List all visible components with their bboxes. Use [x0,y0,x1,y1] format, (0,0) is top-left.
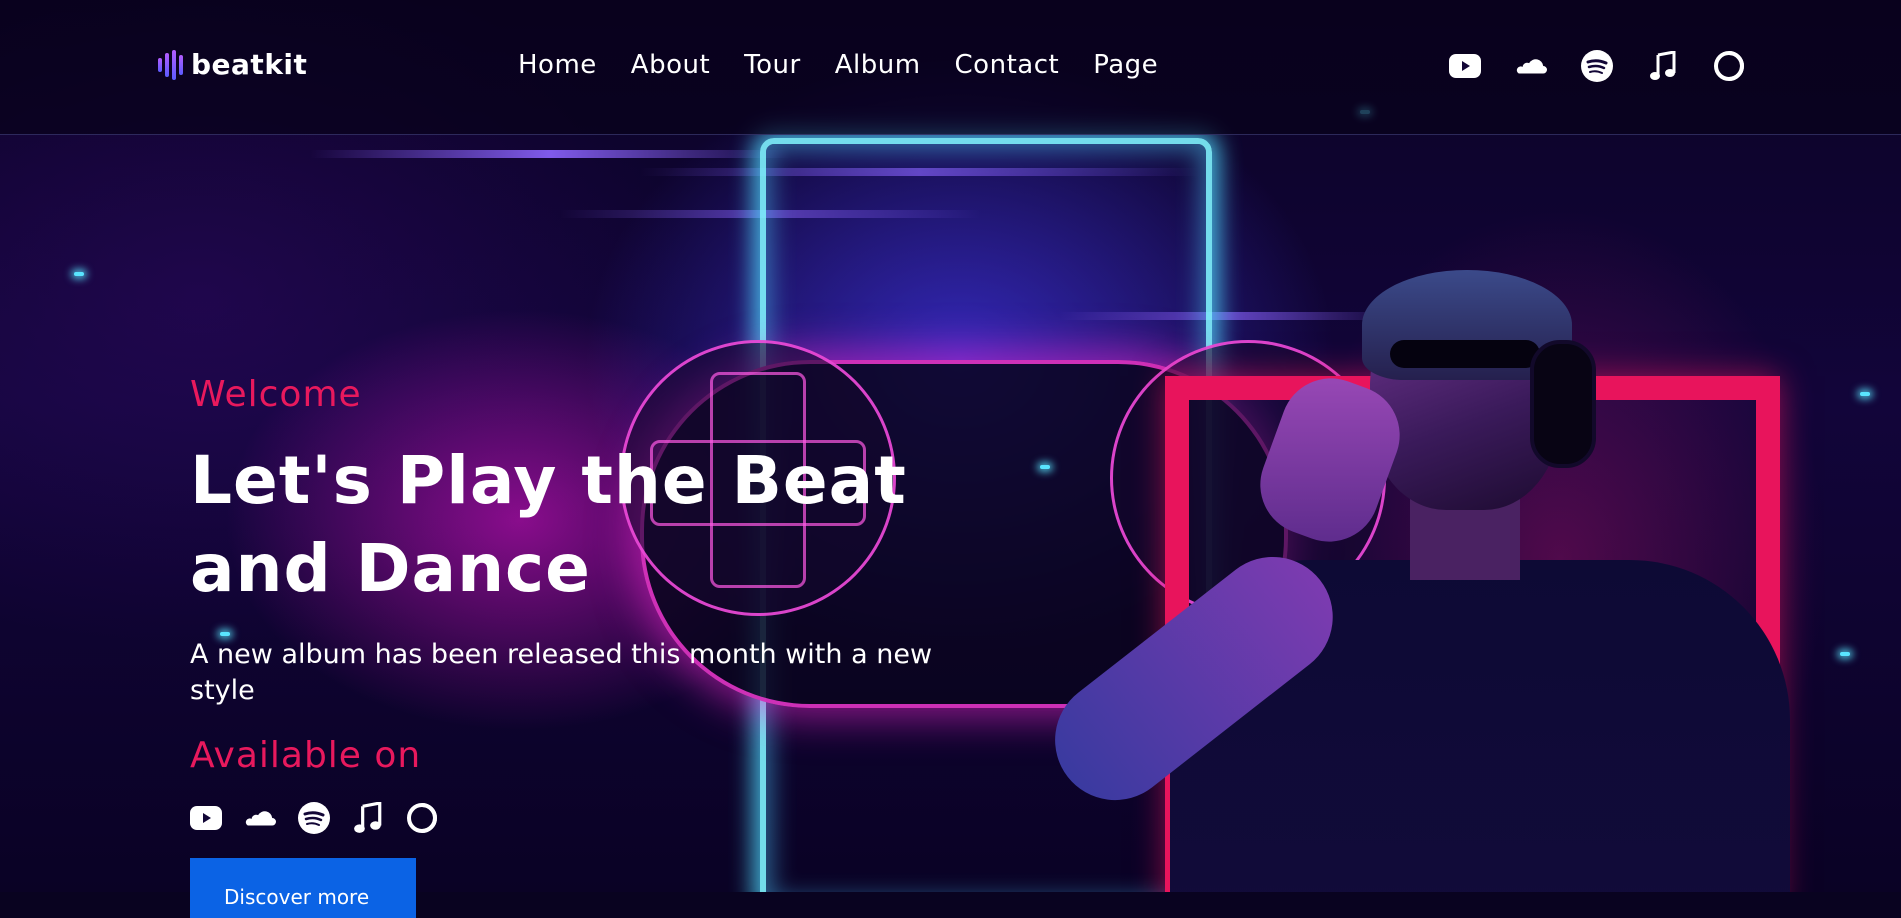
person-headphones [1530,340,1596,468]
nav-item-contact[interactable]: Contact [955,50,1060,80]
itunes-icon[interactable] [352,802,384,834]
nav-item-home[interactable]: Home [518,50,597,80]
person-sunglasses [1390,340,1540,368]
brand-name: beatkit [191,48,308,81]
itunes-icon[interactable] [1647,50,1679,82]
logo-bars-icon [158,49,183,80]
nav-item-tour[interactable]: Tour [744,50,801,80]
available-on-label: Available on [190,735,422,776]
youtube-icon[interactable] [190,802,222,834]
hero-section: Welcome Let's Play the Beat and Dance A … [190,374,990,834]
amazon-music-icon[interactable] [1713,50,1745,82]
spotify-icon[interactable] [298,802,330,834]
header-social-icons [1449,50,1745,82]
amazon-music-icon[interactable] [406,802,438,834]
youtube-icon[interactable] [1449,50,1481,82]
light-spark [1860,392,1870,396]
hero-headline: Let's Play the Beat and Dance [190,437,990,613]
spotify-icon[interactable] [1581,50,1613,82]
hero-headline-line1: Let's Play the Beat [190,442,907,519]
soundcloud-icon[interactable] [244,802,276,834]
site-header: beatkit Home About Tour Album Contact Pa… [0,0,1901,135]
dj-person-image [990,270,1790,892]
soundcloud-icon[interactable] [1515,50,1547,82]
nav-item-about[interactable]: About [631,50,710,80]
welcome-label: Welcome [190,374,362,415]
nav-item-page[interactable]: Page [1093,50,1158,80]
brand-logo[interactable]: beatkit [158,48,307,81]
light-spark [74,272,84,276]
platform-icons [190,802,990,834]
main-nav: Home About Tour Album Contact Page [518,50,1158,80]
hero-subtitle: A new album has been released this month… [190,639,933,706]
light-spark [1840,652,1850,656]
nav-item-album[interactable]: Album [835,50,921,80]
glitch-streak [310,150,790,158]
discover-more-button[interactable]: Discover more [190,858,416,918]
hero-headline-line2: and Dance [190,530,591,607]
